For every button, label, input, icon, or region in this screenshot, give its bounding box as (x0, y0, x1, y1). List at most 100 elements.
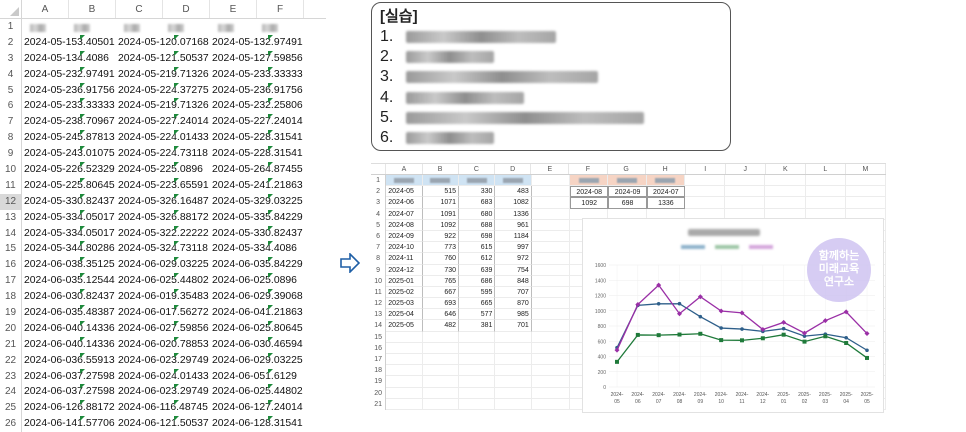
row-header[interactable]: 4 (0, 66, 22, 83)
table-cell[interactable]: 2024-06-035.12544 (22, 273, 116, 289)
column-header-c[interactable]: C (116, 0, 163, 18)
table-cell[interactable]: 2024-07 (386, 208, 423, 220)
table-cell[interactable] (531, 309, 571, 321)
row-header[interactable]: 8 (371, 253, 387, 265)
table-cell[interactable] (422, 342, 460, 354)
table-cell[interactable]: 2024-05-223.65591 (116, 177, 210, 194)
table-cell[interactable]: 2024-05-232.97491 (22, 66, 116, 83)
row-header[interactable]: 18 (0, 289, 22, 306)
table-cell[interactable]: 688 (459, 219, 496, 231)
column-header[interactable]: J (726, 164, 766, 174)
table-cell[interactable]: 2024-05-120.07168 (116, 34, 210, 51)
table-cell[interactable]: 2024-05-224.73118 (116, 146, 210, 162)
table-cell[interactable] (685, 186, 726, 198)
table-cell[interactable]: 2024-05-224.01433 (116, 130, 210, 146)
table-cell[interactable] (459, 342, 496, 354)
table-cell[interactable]: 2024-06-051.6129 (210, 368, 304, 385)
table-cell[interactable] (531, 186, 571, 198)
table-cell[interactable]: 2024-06-029.39068 (210, 289, 304, 305)
column-header[interactable]: E (531, 164, 570, 174)
table-cell[interactable]: 2024-11 (386, 253, 423, 265)
table-cell[interactable] (685, 175, 726, 187)
table-cell[interactable]: 483 (495, 186, 532, 198)
table-cell[interactable] (459, 175, 496, 187)
table-cell[interactable] (646, 175, 686, 187)
table-cell[interactable]: 985 (495, 309, 532, 321)
row-header[interactable]: 26 (0, 416, 22, 432)
table-cell[interactable] (531, 275, 571, 287)
row-header[interactable]: 21 (0, 336, 22, 353)
column-header[interactable]: H (646, 164, 686, 174)
table-cell[interactable] (805, 175, 846, 187)
table-cell[interactable]: 2024-10 (386, 242, 423, 254)
table-cell[interactable]: 2024-06-037.27598 (22, 384, 116, 400)
table-cell[interactable] (725, 197, 766, 209)
table-cell[interactable] (805, 186, 846, 198)
column-header[interactable]: B (423, 164, 459, 174)
table-cell[interactable] (22, 19, 116, 35)
row-header[interactable]: 3 (371, 197, 387, 209)
table-cell[interactable] (531, 230, 571, 243)
table-cell[interactable]: 2024-06-037.27598 (22, 368, 116, 385)
table-cell[interactable]: 2024-05-227.24014 (116, 114, 210, 130)
table-cell[interactable] (531, 354, 571, 366)
table-cell[interactable]: 2024-08 (386, 219, 423, 231)
table-cell[interactable] (459, 387, 496, 399)
table-cell[interactable]: 760 (422, 253, 460, 265)
table-cell[interactable]: 2024-05-324.73118 (116, 241, 210, 257)
table-cell[interactable] (386, 354, 423, 366)
table-cell[interactable] (725, 175, 766, 187)
table-cell[interactable]: 2024-05-233.33333 (210, 66, 304, 83)
table-cell[interactable] (422, 398, 460, 410)
table-cell[interactable]: 667 (422, 286, 460, 299)
table-cell[interactable] (531, 264, 571, 276)
table-cell[interactable]: 2024-05-344.80286 (22, 241, 116, 257)
table-cell[interactable] (531, 320, 571, 332)
table-cell[interactable]: 754 (495, 264, 532, 276)
row-header[interactable]: 15 (0, 241, 22, 258)
table-cell[interactable] (459, 398, 496, 410)
row-header[interactable]: 14 (0, 225, 22, 242)
row-header[interactable]: 3 (0, 50, 22, 67)
table-cell[interactable]: 2024-05-326.16487 (116, 193, 210, 210)
table-cell[interactable]: 2024-05-334.05017 (22, 225, 116, 242)
column-header[interactable]: D (495, 164, 532, 174)
table-cell[interactable] (845, 197, 886, 209)
table-cell[interactable]: 2024-06-024.01433 (116, 368, 210, 385)
row-header[interactable]: 1 (0, 19, 22, 35)
table-cell[interactable]: 2024-06-040.14336 (22, 336, 116, 353)
table-cell[interactable]: 2024-06-126.88172 (22, 400, 116, 416)
table-cell[interactable] (386, 387, 423, 399)
row-header[interactable]: 7 (0, 114, 22, 131)
table-cell[interactable]: 2025-04 (386, 309, 423, 321)
table-cell[interactable]: 961 (495, 219, 532, 231)
row-header[interactable]: 11 (0, 177, 22, 194)
table-cell[interactable]: 2024-05-236.91756 (210, 82, 304, 99)
row-header[interactable]: 13 (371, 309, 387, 321)
table-cell[interactable] (608, 175, 647, 187)
row-header[interactable]: 7 (371, 242, 387, 254)
table-cell[interactable]: 2024-09 (608, 186, 647, 198)
table-cell[interactable] (422, 365, 460, 377)
table-cell[interactable] (531, 286, 571, 299)
row-header[interactable]: 17 (0, 273, 22, 290)
table-cell[interactable]: 2024-05-322.22222 (116, 225, 210, 242)
table-cell[interactable] (805, 197, 846, 209)
table-cell[interactable]: 683 (459, 197, 496, 209)
table-cell[interactable]: 2024-05-153.40501 (22, 34, 116, 51)
table-cell[interactable] (765, 175, 806, 187)
table-cell[interactable] (765, 186, 806, 198)
table-cell[interactable]: 2025-05 (386, 320, 423, 332)
table-cell[interactable]: 646 (422, 309, 460, 321)
table-cell[interactable] (531, 242, 571, 254)
row-header[interactable]: 11 (371, 286, 387, 299)
table-cell[interactable]: 2024-06-035.48387 (22, 305, 116, 321)
table-cell[interactable]: 680 (459, 208, 496, 220)
table-cell[interactable]: 612 (459, 253, 496, 265)
table-cell[interactable] (725, 186, 766, 198)
row-header[interactable]: 14 (371, 320, 387, 332)
table-cell[interactable]: 2024-05-226.52329 (22, 162, 116, 178)
table-cell[interactable]: 2024-06-040.14336 (22, 320, 116, 337)
table-cell[interactable]: 2024-06-128.31541 (210, 416, 304, 432)
table-cell[interactable]: 701 (495, 320, 532, 332)
